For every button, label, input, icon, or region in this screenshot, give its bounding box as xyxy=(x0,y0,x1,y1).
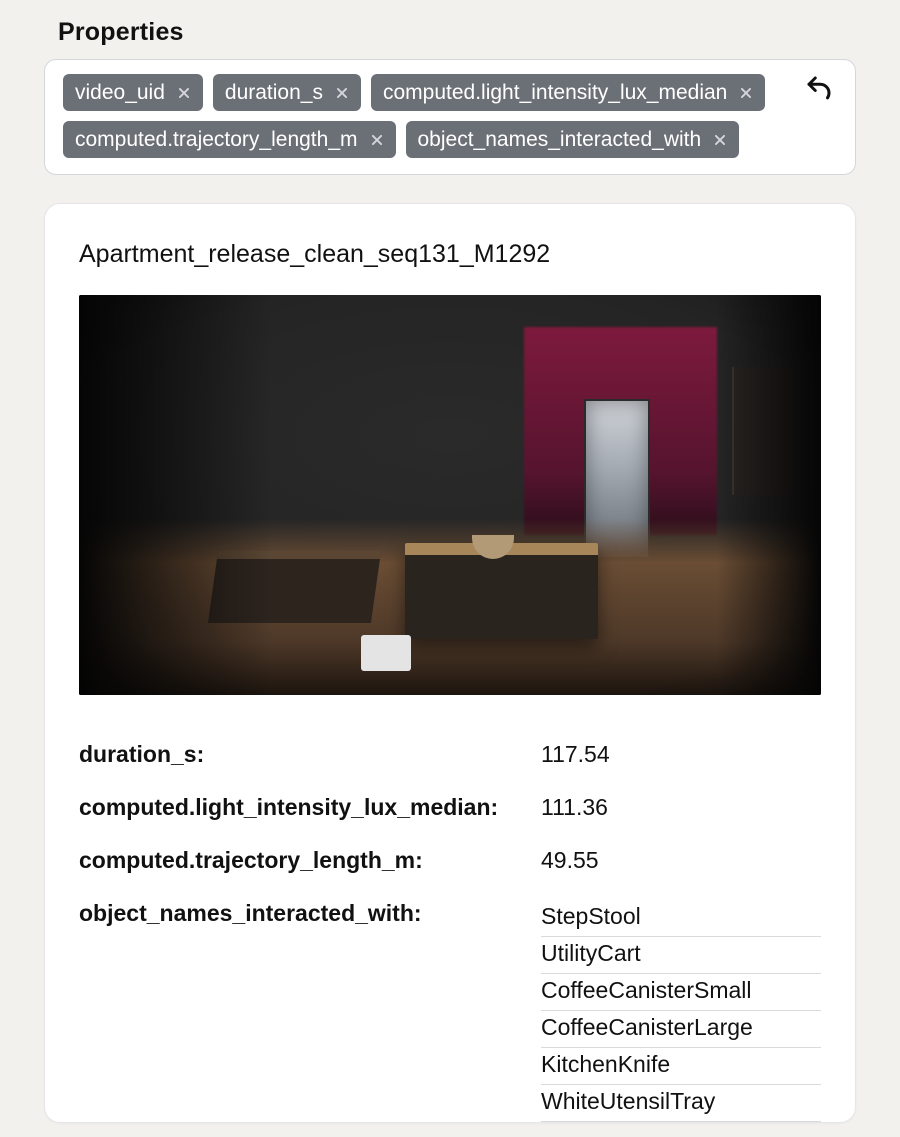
prop-value: 117.54 xyxy=(541,741,821,768)
close-icon[interactable] xyxy=(711,131,729,149)
card-title: Apartment_release_clean_seq131_M1292 xyxy=(79,240,821,269)
result-card: Apartment_release_clean_seq131_M1292 dur… xyxy=(44,203,856,1123)
filter-chip-row: video_uid duration_s computed.light_inte… xyxy=(63,74,791,158)
page-root: Properties video_uid duration_s computed… xyxy=(0,0,900,1123)
prop-key: computed.light_intensity_lux_median: xyxy=(79,794,521,821)
filter-chip-label: duration_s xyxy=(225,80,323,105)
object-list-item: WhiteUtensilTray xyxy=(541,1085,821,1122)
close-icon[interactable] xyxy=(333,84,351,102)
prop-value: 111.36 xyxy=(541,794,821,821)
filter-chip-label: computed.light_intensity_lux_median xyxy=(383,80,727,105)
prop-value: 49.55 xyxy=(541,847,821,874)
filter-chip[interactable]: computed.light_intensity_lux_median xyxy=(371,74,765,111)
property-table: duration_s: 117.54 computed.light_intens… xyxy=(79,741,821,1122)
prop-key-objects: object_names_interacted_with: xyxy=(79,900,521,1122)
close-icon[interactable] xyxy=(175,84,193,102)
filter-chip[interactable]: object_names_interacted_with xyxy=(406,121,740,158)
prop-value-objects: StepStoolUtilityCartCoffeeCanisterSmallC… xyxy=(541,900,821,1122)
undo-icon xyxy=(804,73,834,108)
object-list-item: UtilityCart xyxy=(541,937,821,974)
close-icon[interactable] xyxy=(368,131,386,149)
object-list-item: CoffeeCanisterSmall xyxy=(541,974,821,1011)
property-filter-box: video_uid duration_s computed.light_inte… xyxy=(44,59,856,175)
filter-chip-label: computed.trajectory_length_m xyxy=(75,127,358,152)
prop-key: duration_s: xyxy=(79,741,521,768)
close-icon[interactable] xyxy=(737,84,755,102)
prop-key: computed.trajectory_length_m: xyxy=(79,847,521,874)
object-list-item: CoffeeCanisterLarge xyxy=(541,1011,821,1048)
filter-chip[interactable]: duration_s xyxy=(213,74,361,111)
video-thumbnail[interactable] xyxy=(79,295,821,695)
object-list-item: KitchenKnife xyxy=(541,1048,821,1085)
filter-chip-label: video_uid xyxy=(75,80,165,105)
filter-chip[interactable]: video_uid xyxy=(63,74,203,111)
filter-chip[interactable]: computed.trajectory_length_m xyxy=(63,121,396,158)
undo-button[interactable] xyxy=(801,72,837,108)
filter-chip-label: object_names_interacted_with xyxy=(418,127,702,152)
object-list-item: StepStool xyxy=(541,900,821,937)
section-title: Properties xyxy=(58,18,856,47)
